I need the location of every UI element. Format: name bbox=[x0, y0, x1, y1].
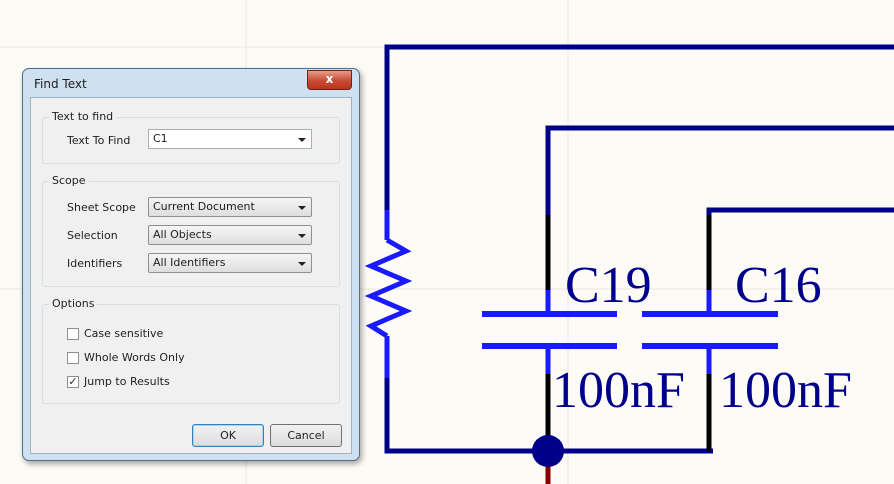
scope-group-title: Scope bbox=[49, 174, 89, 187]
text-to-find-group-title: Text to find bbox=[49, 110, 117, 123]
sheet-scope-dropdown[interactable]: Current Document bbox=[148, 197, 312, 217]
case-sensitive-checkbox[interactable] bbox=[67, 328, 79, 340]
identifiers-value: All Identifiers bbox=[153, 256, 226, 269]
whole-words-label[interactable]: Whole Words Only bbox=[84, 351, 185, 364]
close-button[interactable]: x bbox=[307, 70, 352, 90]
sheet-scope-label: Sheet Scope bbox=[67, 201, 136, 214]
check-icon: ✓ bbox=[68, 375, 78, 388]
scope-group: Scope Sheet Scope Current Document Selec… bbox=[42, 174, 340, 287]
chevron-down-icon bbox=[298, 138, 306, 142]
text-to-find-value: C1 bbox=[153, 132, 168, 145]
resistor-symbol bbox=[364, 210, 413, 378]
identifiers-label: Identifiers bbox=[67, 257, 123, 270]
cancel-button[interactable]: Cancel bbox=[270, 424, 342, 447]
ok-button[interactable]: OK bbox=[192, 424, 264, 447]
find-text-dialog: Find Text x Text to find Text To Find C1… bbox=[22, 68, 360, 461]
chevron-down-icon bbox=[298, 234, 306, 238]
options-group: Options Case sensitive Whole Words Only … bbox=[42, 297, 340, 404]
options-group-title: Options bbox=[49, 297, 98, 310]
selection-label: Selection bbox=[67, 229, 118, 242]
chevron-down-icon bbox=[298, 262, 306, 266]
dialog-body: Text to find Text To Find C1 Scope Sheet… bbox=[30, 97, 352, 454]
selection-value: All Objects bbox=[153, 228, 212, 241]
value-c19[interactable]: 100nF bbox=[552, 362, 685, 419]
sheet-scope-value: Current Document bbox=[153, 200, 255, 213]
junction-dot bbox=[532, 435, 564, 467]
selection-dropdown[interactable]: All Objects bbox=[148, 225, 312, 245]
value-c16[interactable]: 100nF bbox=[719, 362, 852, 419]
jump-to-results-label[interactable]: Jump to Results bbox=[84, 375, 170, 388]
case-sensitive-label[interactable]: Case sensitive bbox=[84, 327, 163, 340]
jump-to-results-checkbox[interactable]: ✓ bbox=[67, 376, 79, 388]
designator-c19[interactable]: C19 bbox=[565, 257, 652, 314]
designator-c16[interactable]: C16 bbox=[735, 257, 822, 314]
identifiers-dropdown[interactable]: All Identifiers bbox=[148, 253, 312, 273]
text-to-find-label: Text To Find bbox=[67, 134, 131, 147]
text-to-find-combo[interactable]: C1 bbox=[148, 129, 312, 149]
chevron-down-icon bbox=[298, 206, 306, 210]
whole-words-checkbox[interactable] bbox=[67, 352, 79, 364]
text-to-find-group: Text to find Text To Find C1 bbox=[42, 110, 340, 164]
dialog-title: Find Text bbox=[34, 77, 87, 91]
